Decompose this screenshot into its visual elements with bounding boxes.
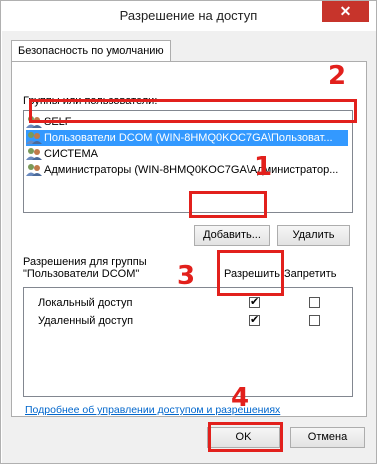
allow-local-checkbox[interactable]: ✔ [249,297,260,308]
list-item-label: Пользователи DCOM (WIN-8HMQ0KOC7GA\Польз… [44,132,333,144]
permission-row-label: Локальный доступ [38,297,133,309]
cancel-button[interactable]: Отмена [290,427,365,448]
remove-button[interactable]: Удалить [277,225,350,246]
tab-panel: Группы или пользователи: SELF Пользовате… [11,61,367,417]
check-icon: ✔ [250,314,260,326]
list-item-label: СИСТЕМА [44,148,98,160]
groups-listbox[interactable]: SELF Пользователи DCOM (WIN-8HMQ0KOC7GA\… [23,110,353,213]
dialog-window: Разрешение на доступ ✕ Безопасность по у… [0,0,377,464]
user-group-icon [26,148,42,161]
check-icon: ✔ [250,296,260,308]
deny-local-checkbox[interactable] [309,297,320,308]
annotation-number-4: 4 [231,383,250,413]
deny-header: Запретить [284,268,337,280]
list-item-label: Администраторы (WIN-8HMQ0KOC7GA\Админист… [44,164,339,176]
annotation-number-1: 1 [254,152,273,182]
deny-remote-checkbox[interactable] [309,315,320,326]
list-item[interactable]: Администраторы (WIN-8HMQ0KOC7GA\Админист… [26,162,346,178]
permissions-label-line1: Разрешения для группы [23,256,147,268]
list-item-label: SELF [44,116,72,128]
permission-row-label: Удаленный доступ [38,315,134,327]
ok-button[interactable]: OK [207,427,280,448]
allow-remote-checkbox[interactable]: ✔ [249,315,260,326]
user-group-icon [26,132,42,145]
allow-header: Разрешить [224,268,280,280]
list-item[interactable]: СИСТЕМА [26,146,346,162]
permissions-label-line2: "Пользователи DCOM" [23,268,140,280]
title-bar: Разрешение на доступ ✕ [1,1,376,31]
annotation-number-2: 2 [328,61,347,91]
user-group-icon [26,164,42,177]
window-title: Разрешение на доступ [119,8,258,23]
list-item-selected[interactable]: Пользователи DCOM (WIN-8HMQ0KOC7GA\Польз… [26,130,348,146]
close-button[interactable]: ✕ [322,1,369,22]
close-icon: ✕ [339,3,352,19]
dialog-body: Безопасность по умолчанию Группы или пол… [2,31,376,463]
add-button[interactable]: Добавить... [194,225,270,246]
tab-default-security[interactable]: Безопасность по умолчанию [11,40,171,62]
user-group-icon [26,116,42,129]
annotation-number-3: 3 [177,261,196,291]
groups-label: Группы или пользователи: [23,95,158,107]
permissions-table: Локальный доступ ✔ Удаленный доступ ✔ [23,287,353,397]
list-item[interactable]: SELF [26,114,346,130]
